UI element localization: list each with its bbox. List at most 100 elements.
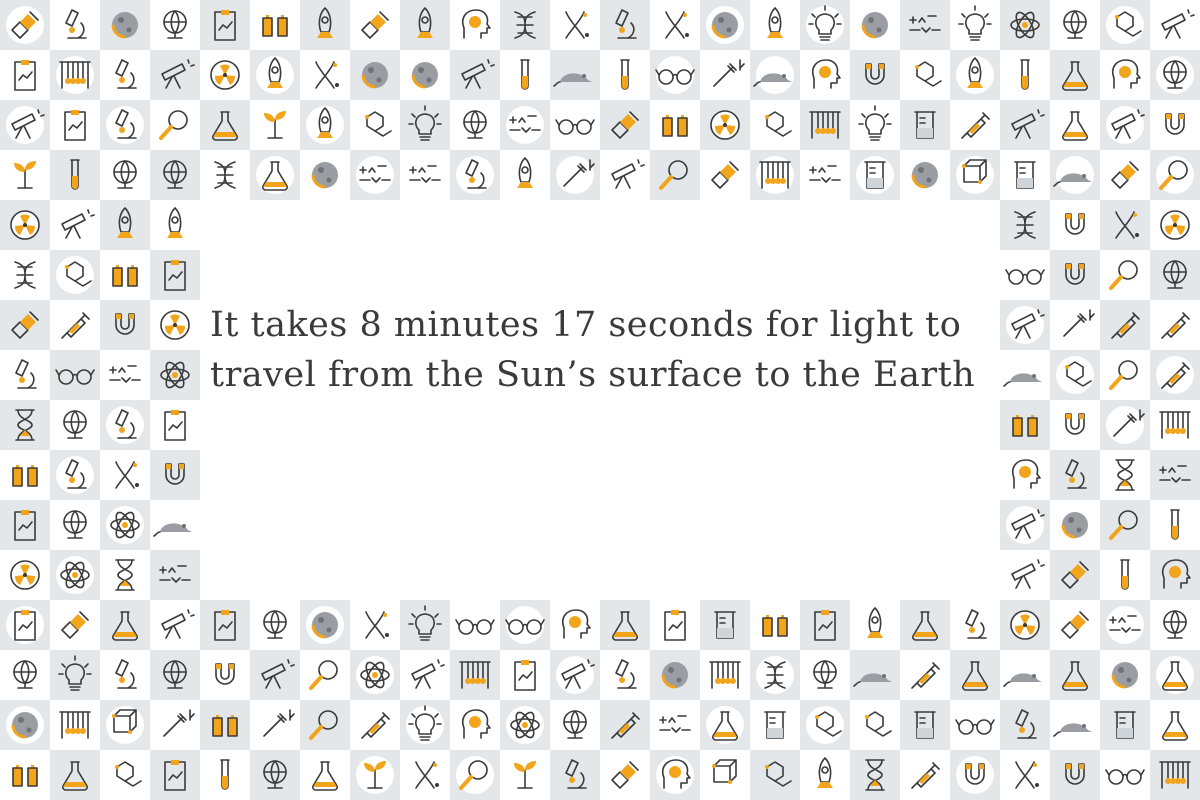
- telescope-icon: [6, 106, 45, 144]
- icon-tile: [1100, 650, 1150, 700]
- icon-tile: [750, 50, 800, 100]
- icon-tile: [1100, 100, 1150, 150]
- formula-icon: [806, 156, 844, 194]
- moon-icon: [1111, 662, 1138, 689]
- icon-tile: [900, 750, 950, 800]
- bulb-icon: [408, 105, 442, 141]
- rocket-icon: [817, 757, 833, 788]
- icon-tile: [0, 600, 50, 650]
- icon-tile: [200, 700, 250, 750]
- satellite-icon: [1111, 161, 1139, 189]
- formula-icon: [356, 156, 394, 194]
- icon-tile: [700, 750, 750, 800]
- icon-tile: [50, 150, 100, 200]
- flask-icon: [1062, 61, 1088, 91]
- icon-tile: [50, 50, 100, 100]
- icon-tile: [1150, 500, 1200, 550]
- icon-tile: [900, 0, 950, 50]
- icon-tile: [700, 700, 750, 750]
- icon-tile: [100, 50, 150, 100]
- flask-icon: [706, 706, 744, 744]
- icon-tile: [600, 0, 650, 50]
- icon-tile: [950, 50, 1000, 100]
- icon-tile: [0, 500, 50, 550]
- icon-tile: [650, 50, 700, 100]
- icon-tile: [300, 50, 350, 100]
- test-tube-icon: [606, 56, 644, 94]
- icon-tile: [450, 700, 500, 750]
- icon-tile: [950, 0, 1000, 50]
- icon-tile: [100, 500, 150, 550]
- icon-tile: [150, 350, 200, 400]
- telescope-icon: [1161, 9, 1195, 39]
- icon-tile: [1000, 250, 1050, 300]
- atom-icon: [506, 706, 544, 744]
- moon-icon: [1061, 512, 1088, 539]
- icon-tile: [550, 0, 600, 50]
- syringe-icon: [961, 112, 990, 139]
- cradle-icon: [756, 156, 794, 194]
- icon-tile: [600, 600, 650, 650]
- magnifier-icon: [1156, 156, 1194, 194]
- flask-icon: [912, 611, 938, 641]
- icon-tile: [300, 650, 350, 700]
- icon-tile: [700, 150, 750, 200]
- icon-tile: [400, 150, 450, 200]
- fact-line-1: It takes 8 minutes 17 seconds for light …: [210, 305, 962, 345]
- icon-tile: [0, 100, 50, 150]
- icon-tile: [350, 100, 400, 150]
- bulb-icon: [406, 705, 444, 744]
- icon-tile: [750, 150, 800, 200]
- test-tube-icon: [1006, 56, 1044, 94]
- microscope-icon: [965, 609, 987, 639]
- icon-tile: [1050, 650, 1100, 700]
- icon-tile: [1050, 450, 1100, 500]
- telescope-icon: [1006, 506, 1045, 544]
- icon-tile: [900, 50, 950, 100]
- icon-tile: [150, 550, 200, 600]
- fact-line-2: travel from the Sun’s surface to the Ear…: [210, 355, 976, 395]
- icon-tile: [1150, 0, 1200, 50]
- globe-icon: [463, 110, 487, 139]
- moon-icon: [406, 56, 444, 94]
- icon-tile: [50, 550, 100, 600]
- icon-tile: [250, 150, 300, 200]
- icon-tile: [50, 750, 100, 800]
- icon-tile: [550, 100, 600, 150]
- glasses-icon: [555, 119, 595, 135]
- icon-tile: [1000, 500, 1050, 550]
- moon-icon: [311, 162, 338, 189]
- icon-tile: [350, 750, 400, 800]
- formula-icon: [1106, 606, 1144, 644]
- moon-icon: [911, 162, 938, 189]
- icon-tile: [50, 700, 100, 750]
- clipboard-icon: [14, 510, 36, 541]
- icon-tile: [600, 650, 650, 700]
- icon-tile: [1000, 700, 1050, 750]
- icon-tile: [1100, 750, 1150, 800]
- syringe-icon: [61, 312, 90, 339]
- cradle-icon: [809, 111, 841, 139]
- plant-icon: [514, 761, 536, 789]
- rocket-icon: [517, 157, 533, 188]
- fact-text: It takes 8 minutes 17 seconds for light …: [210, 300, 1010, 400]
- icon-tile: [1050, 600, 1100, 650]
- radiation-icon: [1160, 210, 1190, 240]
- moon-icon: [706, 6, 744, 44]
- hourglass-icon: [865, 759, 885, 791]
- icon-tile: [1050, 0, 1100, 50]
- telescope-icon: [606, 156, 645, 194]
- chromosome-icon: [315, 61, 339, 89]
- icon-tile: [1150, 300, 1200, 350]
- mouse-icon: [1053, 706, 1094, 744]
- dna-icon: [214, 161, 236, 189]
- gloves-icon: [1012, 415, 1038, 437]
- icon-tile: [150, 100, 200, 150]
- microscope-icon: [65, 9, 87, 39]
- moon-icon: [661, 662, 688, 689]
- satellite-icon: [361, 11, 389, 39]
- molecule-icon: [1056, 356, 1094, 394]
- icon-tile: [150, 700, 200, 750]
- globe-icon: [106, 156, 144, 194]
- icon-tile: [400, 750, 450, 800]
